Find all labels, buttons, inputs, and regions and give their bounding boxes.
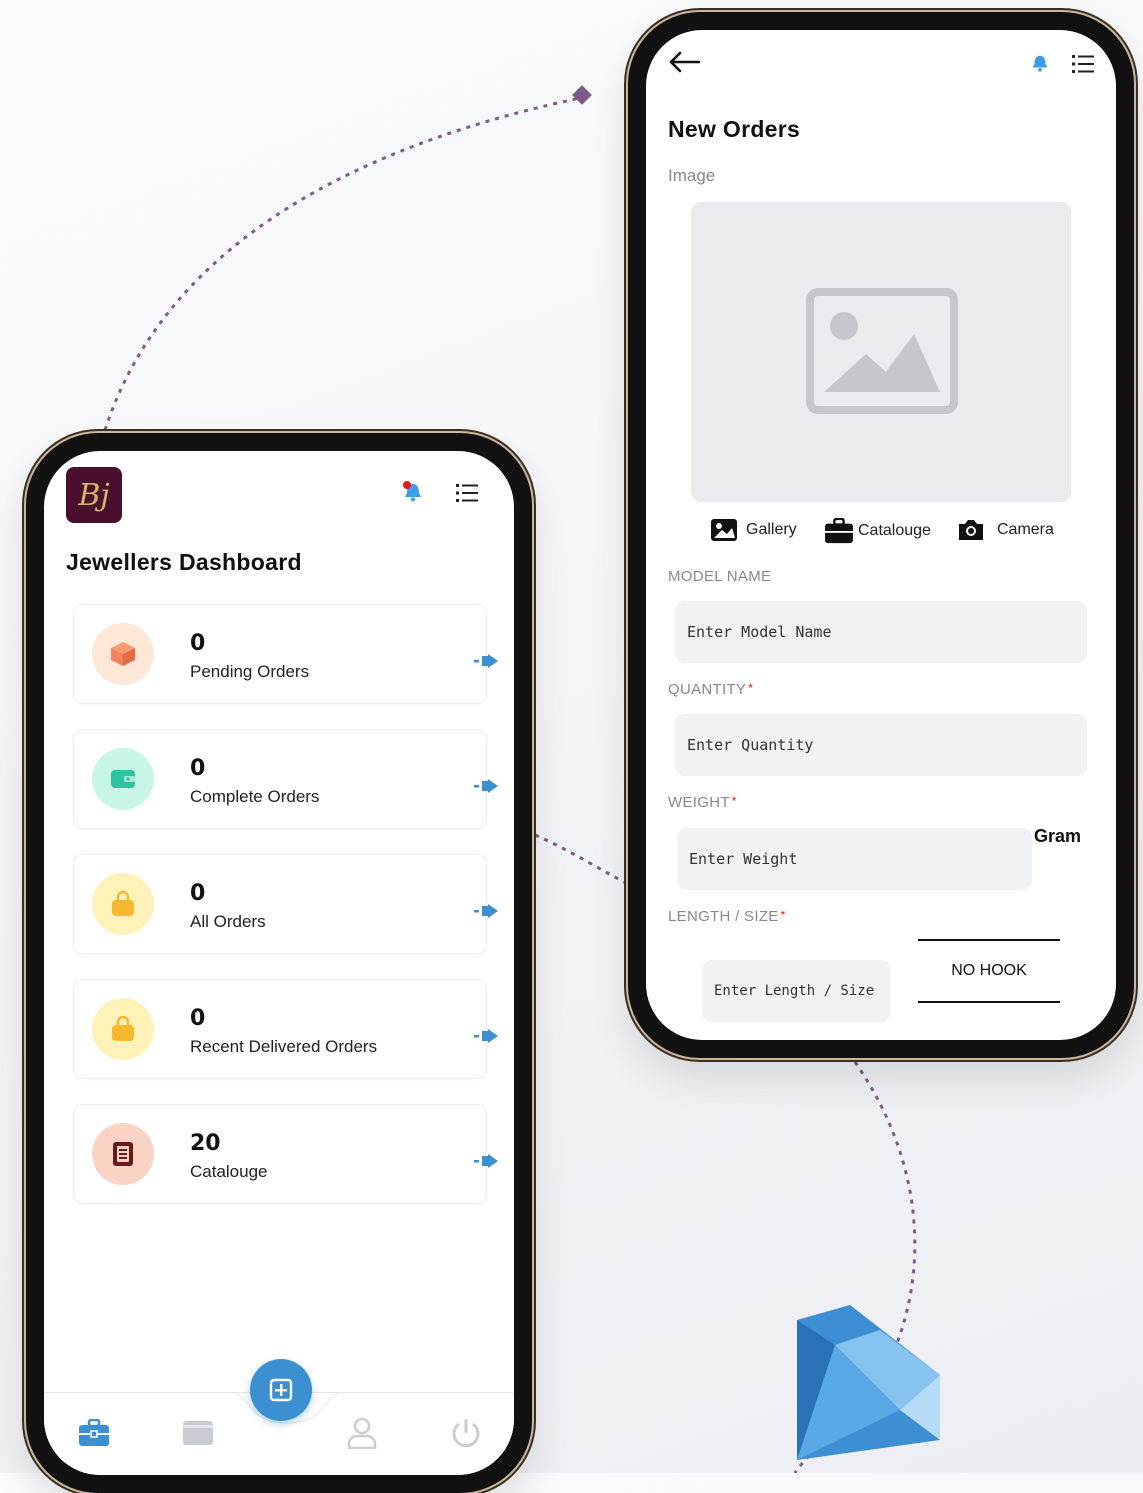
gallery-label: Gallery: [746, 521, 797, 538]
nav-logout[interactable]: [448, 1415, 484, 1451]
user-icon: [347, 1417, 377, 1449]
wallet-icon: [92, 748, 154, 810]
all-orders-card[interactable]: 0 All Orders: [73, 854, 498, 954]
menu-list-icon[interactable]: [1072, 54, 1094, 79]
card-label: All Orders: [190, 912, 266, 931]
camera-button[interactable]: Camera: [957, 518, 1054, 542]
app-logo: Bj: [66, 467, 122, 523]
quantity-label: QUANTITY *: [668, 681, 754, 698]
image-placeholder-icon: [806, 288, 958, 414]
briefcase-icon: [824, 518, 854, 544]
dashboard-phone: Bj Jewellers Dashboard 0 Pending Orders …: [26, 433, 532, 1493]
new-order-screen: New Orders Image Gallery Catalouge Camer…: [646, 30, 1116, 1040]
catalogue-card[interactable]: 20 Catalouge: [73, 1104, 498, 1204]
arrow-right-icon[interactable]: [474, 1028, 500, 1044]
image-placeholder[interactable]: [691, 202, 1071, 502]
card-count: 0: [190, 756, 206, 781]
weight-input[interactable]: [677, 828, 1032, 890]
model-name-label: MODEL NAME: [668, 568, 772, 585]
nav-home-briefcase[interactable]: [76, 1415, 112, 1451]
add-order-button[interactable]: [250, 1359, 312, 1421]
card-label: Complete Orders: [190, 787, 320, 806]
card-label: Catalouge: [190, 1162, 268, 1181]
notification-bell-icon[interactable]: [1030, 52, 1050, 79]
camera-icon: [957, 518, 985, 542]
pending-orders-card[interactable]: 0 Pending Orders: [73, 604, 498, 704]
card-count: 0: [190, 1006, 206, 1031]
card-label: Pending Orders: [190, 662, 310, 681]
length-size-label: LENGTH / SIZE *: [668, 908, 786, 925]
card-count: 0: [190, 631, 206, 656]
catalogue-button[interactable]: Catalouge: [824, 518, 931, 544]
image-label: Image: [668, 166, 716, 185]
complete-orders-card[interactable]: 0 Complete Orders: [73, 729, 498, 829]
wallet-icon: [183, 1421, 213, 1445]
quantity-input[interactable]: [675, 714, 1087, 776]
briefcase-icon: [79, 1419, 109, 1446]
menu-list-icon[interactable]: [456, 483, 478, 508]
model-name-input[interactable]: [675, 601, 1087, 663]
dashboard-screen: Bj Jewellers Dashboard 0 Pending Orders …: [44, 451, 514, 1475]
bottom-navigation: [44, 1359, 514, 1475]
length-size-input[interactable]: [702, 960, 891, 1022]
recent-delivered-orders-card[interactable]: 0 Recent Delivered Orders: [73, 979, 498, 1079]
weight-label: WEIGHT *: [668, 794, 737, 811]
catalogue-icon: [92, 1123, 154, 1185]
catalogue-label: Catalouge: [858, 522, 931, 539]
new-order-phone: New Orders Image Gallery Catalouge Camer…: [628, 12, 1134, 1058]
weight-unit: Gram: [1034, 826, 1082, 846]
back-arrow-icon[interactable]: [668, 50, 702, 74]
card-count: 20: [190, 1131, 221, 1156]
nav-profile[interactable]: [344, 1415, 380, 1451]
add-icon: [269, 1378, 293, 1402]
shopping-bag-icon: [92, 998, 154, 1060]
box-icon: [92, 623, 154, 685]
gallery-icon: [710, 518, 738, 542]
page-title: Jewellers Dashboard: [66, 549, 302, 575]
arrow-right-icon[interactable]: [474, 653, 500, 669]
camera-label: Camera: [997, 521, 1054, 538]
page-title: New Orders: [668, 116, 801, 142]
hook-selector[interactable]: NO HOOK: [918, 939, 1060, 1003]
nav-wallet[interactable]: [180, 1415, 216, 1451]
gallery-button[interactable]: Gallery: [710, 518, 797, 542]
power-icon: [452, 1419, 480, 1448]
arrow-right-icon[interactable]: [474, 1153, 500, 1169]
arrow-right-icon[interactable]: [474, 778, 500, 794]
notification-bell-icon[interactable]: [402, 481, 424, 508]
arrow-right-icon[interactable]: [474, 903, 500, 919]
card-label: Recent Delivered Orders: [190, 1037, 378, 1056]
shopping-bag-icon: [92, 873, 154, 935]
card-count: 0: [190, 881, 206, 906]
